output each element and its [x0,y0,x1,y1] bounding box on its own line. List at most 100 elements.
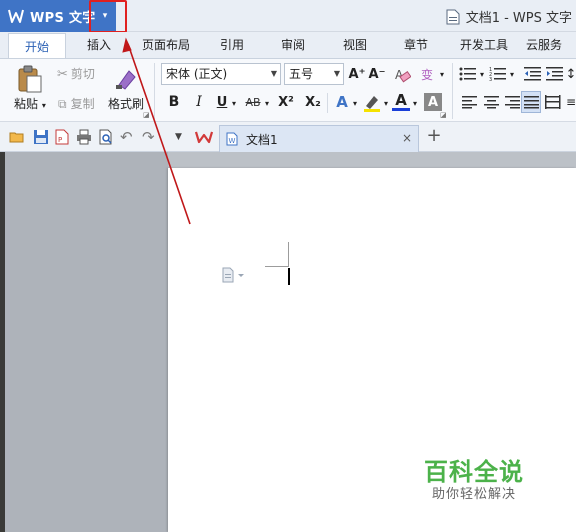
italic-button[interactable]: I [190,92,208,112]
tab-page-layout[interactable]: 页面布局 [138,32,194,58]
tab-section[interactable]: 章节 [394,32,438,58]
title-bar: WPS 文字 ▾ 文档1 - WPS 文字 [0,0,576,33]
divider [452,63,453,119]
highlight-pen-icon[interactable] [362,93,382,113]
undo-icon[interactable]: ↶ [120,129,136,145]
increase-indent-icon[interactable] [546,66,564,82]
shrink-font-button[interactable]: A⁻ [368,65,386,83]
align-center-icon[interactable] [484,95,500,109]
copy-icon: ⧉ [58,97,67,111]
justify-button[interactable] [521,91,541,113]
save-icon[interactable] [33,129,49,145]
chevron-down-icon: ▼ [270,69,277,78]
paste-icon [18,65,42,93]
chevron-down-icon[interactable]: ▾ [438,67,446,81]
decrease-indent-icon[interactable] [524,66,542,82]
font-name-select[interactable]: 宋体 (正文) ▼ [161,63,281,85]
open-folder-icon[interactable] [9,129,25,145]
svg-text:3: 3 [489,77,492,82]
format-painter-icon [116,70,136,90]
subscript-button[interactable]: X₂ [303,92,323,112]
numbered-list-icon[interactable]: 1 2 3 [489,66,507,82]
font-size-value: 五号 [289,67,314,81]
tab-view[interactable]: 视图 [333,32,377,58]
grow-font-button[interactable]: A⁺ [348,65,366,83]
menu-bar: 开始 插入 页面布局 引用 审阅 视图 章节 开发工具 云服务 [0,32,576,59]
chevron-down-icon[interactable]: ▾ [230,97,238,109]
cut-label: 剪切 [70,67,95,81]
watermark-title: 百科全说 [424,458,524,486]
clipboard-group-launcher-icon[interactable]: ◪ [143,111,150,119]
ribbon: 粘贴 ▾ ✂ 剪切 ⧉ 复制 格式刷 ◪ 宋体 (正文) ▼ 五号 ▼ A⁺ A⁻ … [0,58,576,122]
font-size-select[interactable]: 五号 ▼ [284,63,344,85]
window-title: 文档1 - WPS 文字 [446,7,572,26]
document-icon [446,9,460,24]
page-top-gap [168,152,576,168]
paste-button[interactable]: 粘贴 ▾ [14,95,46,112]
divider [327,93,328,113]
phonetic-icon: 变 [420,67,433,82]
bullet-list-icon[interactable] [459,66,477,82]
sort-icon[interactable]: ↕ [566,65,576,83]
cut-button[interactable]: ✂ 剪切 [57,65,95,82]
chevron-down-icon[interactable]: ▾ [411,97,419,109]
clear-format-icon[interactable]: A [393,66,411,84]
customize-toolbar-dropdown-icon[interactable]: ▼ [175,129,191,145]
document-icon: W [226,132,238,146]
align-justify-icon [524,96,539,109]
font-name-value: 宋体 (正文) [166,67,228,81]
underline-button[interactable]: U [214,92,230,112]
new-tab-button[interactable]: + [424,126,444,146]
tab-home[interactable]: 开始 [8,33,66,59]
divider [154,63,155,119]
distributed-align-icon[interactable] [545,95,561,109]
wps-logo-icon [8,9,24,23]
margin-marker-horizontal [265,266,289,267]
line-spacing-icon[interactable]: ≡ [566,93,576,111]
tab-developer-tools[interactable]: 开发工具 [452,32,516,58]
font-group-launcher-icon[interactable]: ◪ [440,111,447,119]
quick-access-bar: P ↶ ↷ ▼ W 文档1 × + [0,122,576,152]
svg-text:P: P [58,136,62,144]
chevron-down-icon[interactable]: ▾ [478,67,486,81]
paste-label: 粘贴 [14,97,39,111]
copy-button[interactable]: ⧉ 复制 [58,95,95,112]
bold-button[interactable]: B [165,92,183,112]
align-right-icon[interactable] [505,95,521,109]
tab-cloud-service[interactable]: 云服务 [526,32,576,58]
app-name: WPS 文字 [30,10,96,26]
chevron-down-icon: ▾ [41,101,46,110]
chevron-down-icon[interactable]: ▾ [263,97,271,109]
copy-label: 复制 [70,97,95,111]
paragraph-layout-icon[interactable] [221,267,247,283]
strikethrough-button[interactable]: AB [243,92,263,112]
character-shading-button[interactable]: A [424,93,442,111]
tab-references[interactable]: 引用 [210,32,254,58]
phonetic-guide-button[interactable]: 变 [416,64,438,84]
document-tab[interactable]: W 文档1 × [219,125,419,152]
chevron-down-icon[interactable]: ▾ [508,67,516,81]
align-left-icon[interactable] [462,95,478,109]
tab-insert[interactable]: 插入 [76,32,122,58]
close-icon[interactable]: × [402,131,412,145]
print-icon[interactable] [76,129,92,145]
font-color-button[interactable]: A [392,91,410,111]
superscript-button[interactable]: X² [276,92,296,112]
redo-icon[interactable]: ↷ [142,129,158,145]
svg-text:W: W [229,137,236,145]
text-cursor [288,268,290,285]
document-tab-label: 文档1 [246,132,278,147]
chevron-down-icon[interactable]: ▾ [351,97,359,109]
wps-home-icon[interactable] [195,129,213,145]
chevron-down-icon[interactable]: ▾ [382,97,390,109]
watermark-subtitle: 助你轻松解决 [432,487,517,502]
tab-review[interactable]: 审阅 [271,32,315,58]
chevron-down-icon: ▼ [333,69,340,78]
export-pdf-icon[interactable]: P [54,129,70,145]
window-title-text: 文档1 - WPS 文字 [465,11,572,26]
annotation-highlight-box [89,0,127,33]
text-effect-button[interactable]: A [333,92,351,112]
format-painter-button[interactable]: 格式刷 [108,95,144,112]
margin-marker-vertical [288,242,289,267]
print-preview-icon[interactable] [98,129,114,145]
